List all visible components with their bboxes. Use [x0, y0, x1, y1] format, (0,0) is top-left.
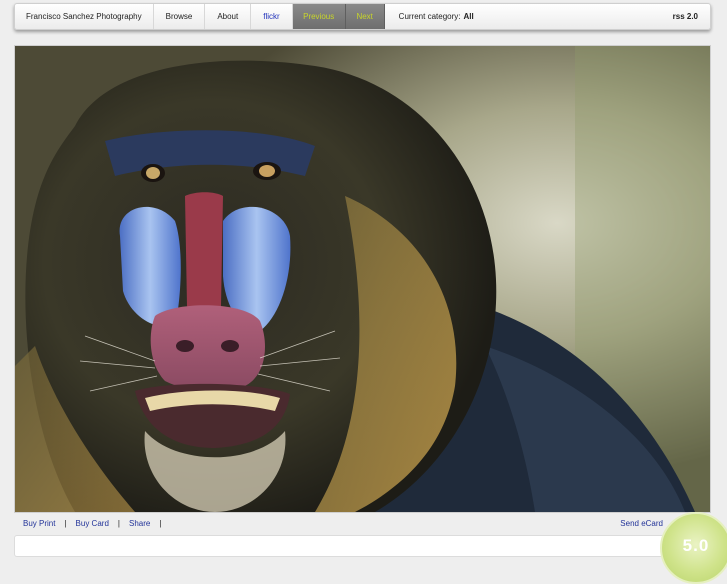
separator: | — [159, 518, 162, 528]
rating-badge: 5.0 — [660, 512, 727, 584]
current-category: Current category: All — [385, 4, 488, 29]
share-link[interactable]: Share — [129, 519, 150, 528]
rating-value: 5.0 — [682, 536, 710, 555]
next-button[interactable]: Next — [345, 4, 385, 29]
send-ecard-link[interactable]: Send eCard — [620, 519, 663, 528]
rss-link[interactable]: rss 2.0 — [661, 4, 710, 29]
category-label: Current category: — [398, 12, 461, 21]
buy-card-link[interactable]: Buy Card — [76, 519, 109, 528]
about-link[interactable]: About — [205, 4, 252, 29]
flickr-link[interactable]: flickr — [251, 4, 293, 29]
previous-button[interactable]: Previous — [292, 4, 346, 29]
browse-link[interactable]: Browse — [154, 4, 206, 29]
buy-print-link[interactable]: Buy Print — [23, 519, 55, 528]
mandrill-photo-image — [15, 46, 710, 512]
category-value: All — [463, 12, 474, 21]
photo-actions: Buy Print | Buy Card | Share | Send eCar… — [23, 517, 663, 529]
site-title-link[interactable]: Francisco Sanchez Photography — [15, 4, 154, 29]
separator: | — [64, 518, 67, 528]
top-navigation-bar: Francisco Sanchez Photography Browse Abo… — [14, 3, 711, 30]
info-panel — [14, 535, 711, 557]
main-photo[interactable] — [14, 45, 711, 513]
separator: | — [117, 518, 120, 528]
